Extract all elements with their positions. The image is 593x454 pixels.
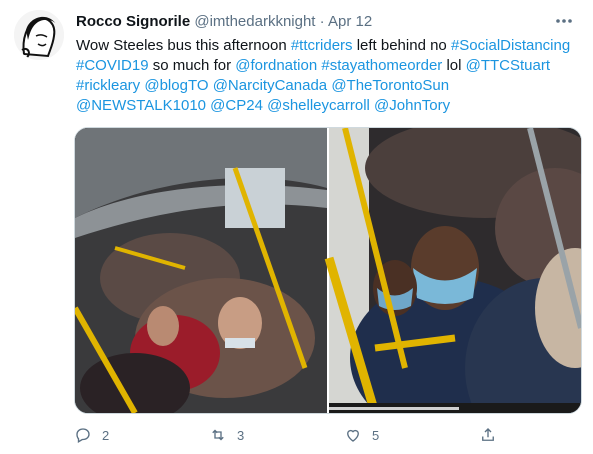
- mention-link[interactable]: @NarcityCanada: [213, 77, 327, 94]
- hashtag-link[interactable]: #SocialDistancing: [451, 37, 570, 54]
- more-icon[interactable]: [553, 10, 575, 32]
- mention-link[interactable]: @JohnTory: [374, 97, 450, 114]
- hashtag-link[interactable]: #stayathomeorder: [321, 57, 442, 74]
- reply-count: 2: [102, 427, 110, 443]
- mention-link[interactable]: @CP24: [210, 97, 263, 114]
- tweet-date[interactable]: Apr 12: [328, 13, 372, 30]
- tweet-header: Rocco Signorile @imthedarkknight · Apr 1…: [76, 12, 573, 32]
- mention-link[interactable]: @TTCStuart: [466, 57, 550, 74]
- share-button[interactable]: [479, 424, 507, 446]
- mention-link[interactable]: @shelleycarroll: [267, 97, 370, 114]
- hashtag-link[interactable]: #ttcriders: [291, 37, 353, 54]
- author-name[interactable]: Rocco Signorile: [76, 13, 190, 30]
- tweet-text-run: left behind no: [352, 37, 451, 54]
- tweet-text: Wow Steeles bus this afternoon #ttcrider…: [76, 36, 576, 116]
- share-icon: [482, 428, 494, 441]
- mention-link[interactable]: @TheTorontoSun: [331, 77, 449, 94]
- hashtag-link[interactable]: #rickleary: [76, 77, 140, 94]
- tweet-text-run: so much for: [148, 57, 236, 74]
- tweet-text-run: lol: [442, 57, 466, 74]
- reply-icon: [76, 428, 90, 443]
- tweet-media-video[interactable]: [74, 127, 582, 414]
- mention-link[interactable]: @fordnation: [235, 57, 317, 74]
- hashtag-link[interactable]: #COVID19: [76, 57, 149, 74]
- bus-photo-left[interactable]: [75, 128, 327, 413]
- reply-button[interactable]: 2: [74, 424, 109, 446]
- tweet-actions: 2 3 5: [74, 424, 504, 446]
- tweet-text-run: Wow Steeles bus this afternoon: [76, 37, 291, 54]
- avatar[interactable]: [14, 10, 64, 60]
- like-count: 5: [372, 427, 380, 443]
- tweet-card[interactable]: Rocco Signorile @imthedarkknight · Apr 1…: [0, 0, 593, 454]
- mention-link[interactable]: @NEWSTALK1010: [76, 97, 206, 114]
- separator-dot: ·: [319, 13, 325, 30]
- bus-photo-right[interactable]: [324, 128, 581, 413]
- author-handle[interactable]: @imthedarkknight: [194, 13, 315, 30]
- retweet-icon: [212, 429, 224, 441]
- like-icon: [347, 429, 359, 442]
- like-button[interactable]: 5: [344, 424, 379, 446]
- mention-link[interactable]: @blogTO: [144, 77, 208, 94]
- retweet-count: 3: [237, 427, 245, 443]
- retweet-button[interactable]: 3: [209, 424, 244, 446]
